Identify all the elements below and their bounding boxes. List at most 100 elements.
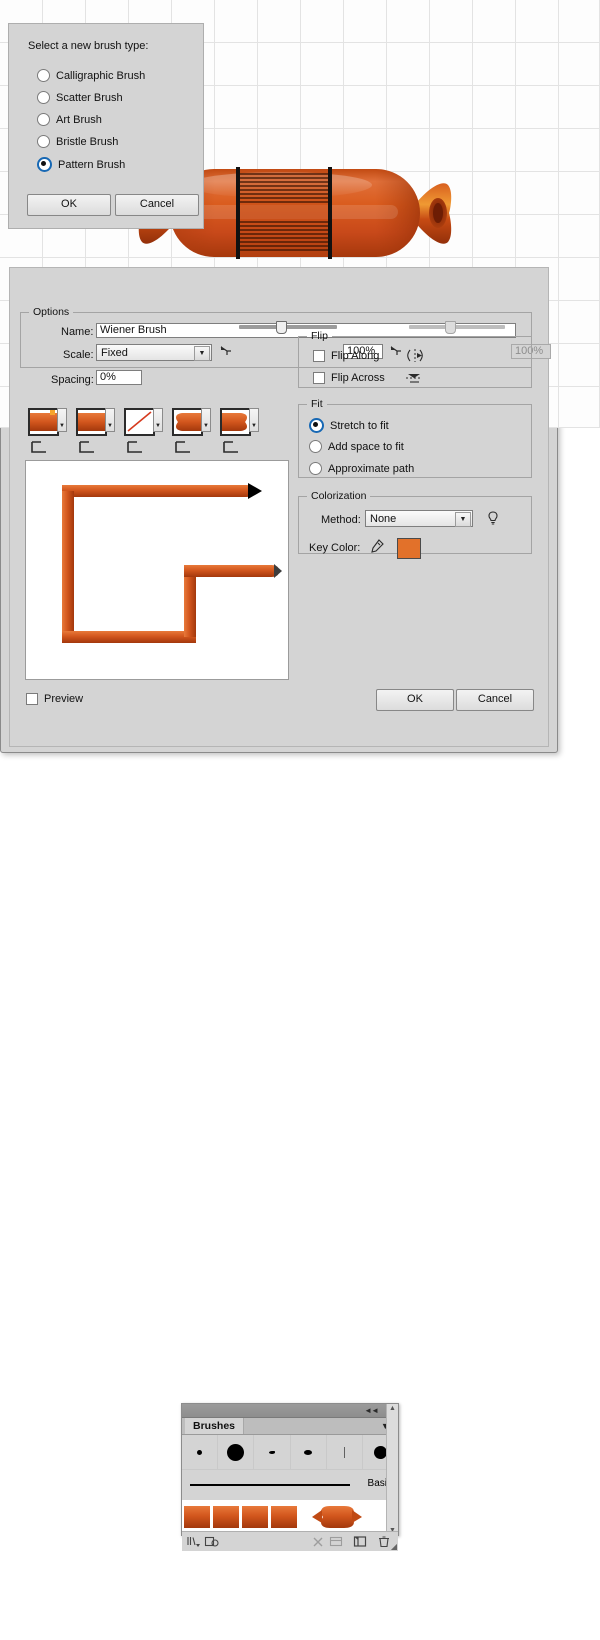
flip-across-checkbox[interactable]: Flip Across — [313, 372, 385, 384]
pattern-brush-options-dialog[interactable]: Pattern Brush Options Options Name: Scal… — [0, 242, 558, 753]
tile-start-dropdown[interactable]: ▼ — [201, 408, 211, 432]
colorization-group-legend: Colorization — [311, 490, 367, 502]
radio-pattern-brush[interactable]: Pattern Brush — [37, 157, 125, 172]
radio-stretch-to-fit-label: Stretch to fit — [330, 419, 389, 432]
radio-approximate-path-label: Approximate path — [328, 462, 415, 475]
tile-inner-corner-dropdown[interactable]: ▼ — [153, 408, 163, 432]
flip-along-checkbox[interactable]: Flip Along — [313, 350, 379, 362]
remove-brush-stroke-icon-2[interactable] — [310, 1535, 326, 1549]
flip-across-label: Flip Across — [331, 372, 385, 384]
brushes-panel-toolbar-2[interactable]: ◢ — [182, 1531, 398, 1551]
tile-start[interactable] — [172, 408, 203, 436]
flip-across-checkbox-marker[interactable] — [313, 372, 325, 384]
tile-end[interactable] — [220, 408, 251, 436]
chevron-down-icon-2[interactable]: ▼ — [455, 512, 471, 527]
fit-group: Fit Stretch to fit Add space to fit Appr… — [298, 398, 532, 478]
flip-along-icon — [405, 348, 423, 363]
tab-brushes-2[interactable]: Brushes — [185, 1418, 245, 1434]
preview-checkbox-marker[interactable] — [26, 693, 38, 705]
tile-outer-corner[interactable] — [76, 408, 107, 436]
radio-bristle-brush-marker[interactable] — [37, 135, 50, 148]
panel-tab-row-2: Brushes ▼≡ — [182, 1418, 398, 1435]
radio-bristle-brush[interactable]: Bristle Brush — [37, 135, 118, 148]
scale-slider-1-knob[interactable] — [276, 321, 287, 334]
brushes-panel-bottom[interactable]: ◄◄ ✕ Brushes ▼≡ Basic — [181, 1403, 399, 1551]
radio-stretch-to-fit-marker[interactable] — [309, 418, 324, 433]
radio-art-brush-marker[interactable] — [37, 113, 50, 126]
preview-checkbox[interactable]: Preview — [26, 693, 83, 705]
brush-preview-svg — [62, 483, 282, 643]
scroll-up-icon-2[interactable]: ▲ — [387, 1404, 398, 1413]
new-brush-dialog[interactable]: New Brush Select a new brush type: Calli… — [0, 0, 212, 242]
radio-scatter-brush[interactable]: Scatter Brush — [37, 91, 123, 104]
delete-brush-icon-2[interactable] — [376, 1535, 392, 1549]
new-brush-dialog-body: Select a new brush type: Calligraphic Br… — [8, 23, 204, 229]
radio-calligraphic-brush[interactable]: Calligraphic Brush — [37, 69, 145, 82]
pattern-brush-ok-button[interactable]: OK — [376, 689, 454, 711]
pattern-brush-options-body: Options Name: Scale: Fixed ▼ Spacing: — [9, 267, 551, 747]
libraries-panel-icon-2[interactable] — [204, 1535, 220, 1549]
new-brush-prompt: Select a new brush type: — [28, 40, 149, 52]
brush-cell-large-dot-2[interactable] — [218, 1435, 255, 1469]
radio-scatter-brush-label: Scatter Brush — [56, 91, 123, 104]
radio-stretch-to-fit[interactable]: Stretch to fit — [309, 418, 389, 433]
brush-row-basic-dots-2 — [182, 1435, 398, 1470]
scale-slider-1-track[interactable] — [239, 325, 337, 329]
pattern-brush-cancel-button[interactable]: Cancel — [456, 689, 534, 711]
radio-add-space-to-fit-marker[interactable] — [309, 440, 322, 453]
tip-light-bulb-icon[interactable] — [485, 510, 503, 525]
brushes-list-2[interactable]: Basic ▲ ▼ — [182, 1404, 398, 1535]
radio-pattern-brush-label: Pattern Brush — [58, 158, 126, 171]
tile-outer-corner-dropdown[interactable]: ▼ — [105, 408, 115, 432]
radio-add-space-to-fit[interactable]: Add space to fit — [309, 440, 404, 453]
eyedropper-icon[interactable] — [369, 538, 387, 553]
tile-side-dropdown[interactable]: ▼ — [57, 408, 67, 432]
radio-bristle-brush-label: Bristle Brush — [56, 135, 119, 148]
tile-inner-corner[interactable] — [124, 408, 155, 436]
spacing-label: Spacing: — [51, 374, 94, 386]
brushes-scrollbar-2[interactable]: ▲ ▼ — [386, 1404, 398, 1535]
brush-cell-thin-line-2[interactable] — [327, 1435, 363, 1469]
key-color-swatch[interactable] — [397, 538, 421, 559]
scale-slider-2-track[interactable] — [409, 325, 505, 329]
radio-approximate-path-marker[interactable] — [309, 462, 322, 475]
tile-position-start-icon — [174, 440, 192, 455]
collapse-icon-2[interactable]: ◄◄ — [364, 1406, 379, 1415]
brush-row-wiener-pattern[interactable] — [182, 1500, 398, 1535]
radio-approximate-path[interactable]: Approximate path — [309, 462, 414, 475]
radio-scatter-brush-marker[interactable] — [37, 91, 50, 104]
flip-across-icon — [405, 370, 423, 385]
flip-group-legend: Flip — [311, 330, 328, 342]
options-of-selected-object-icon-2[interactable] — [328, 1535, 344, 1549]
new-brush-ok-button[interactable]: OK — [27, 194, 111, 216]
radio-art-brush[interactable]: Art Brush — [37, 113, 102, 126]
flip-group: Flip Flip Along Flip Across — [298, 330, 532, 388]
panel-resize-grip-2[interactable]: ◢ — [391, 1542, 397, 1551]
colorization-method-value: None — [370, 513, 397, 525]
method-label: Method: — [321, 514, 361, 526]
tile-end-dropdown[interactable]: ▼ — [249, 408, 259, 432]
stroke-width-pressure-icon — [219, 344, 237, 359]
brush-row-basic-stroke-2[interactable]: Basic — [182, 1470, 398, 1500]
brush-cell-tapered-dot-2[interactable] — [254, 1435, 291, 1469]
wiener-pattern-brush-preview — [184, 1506, 362, 1528]
flip-along-checkbox-marker[interactable] — [313, 350, 325, 362]
brush-libraries-menu-icon-2[interactable] — [186, 1535, 202, 1549]
guide-bar-left — [236, 167, 240, 259]
brush-cell-small-dot-2[interactable] — [182, 1435, 219, 1469]
stripe-band — [238, 169, 330, 257]
radio-calligraphic-brush-marker[interactable] — [37, 69, 50, 82]
options-group-legend: Options — [33, 306, 70, 318]
scale-type-select[interactable]: Fixed ▼ — [96, 344, 212, 361]
tile-side[interactable] — [28, 408, 59, 436]
new-brush-cancel-button[interactable]: Cancel — [115, 194, 199, 216]
tile-position-side-icon — [30, 440, 48, 455]
new-brush-icon-2[interactable] — [352, 1535, 368, 1549]
radio-pattern-brush-marker[interactable] — [37, 157, 52, 172]
guide-bar-right — [328, 167, 332, 259]
spacing-input[interactable] — [96, 370, 142, 385]
colorization-method-select[interactable]: None ▼ — [365, 510, 473, 527]
panel-titlebar-2[interactable]: ◄◄ ✕ — [182, 1404, 398, 1418]
chevron-down-icon[interactable]: ▼ — [194, 346, 210, 361]
brush-cell-oval-dot-2[interactable] — [291, 1435, 327, 1469]
